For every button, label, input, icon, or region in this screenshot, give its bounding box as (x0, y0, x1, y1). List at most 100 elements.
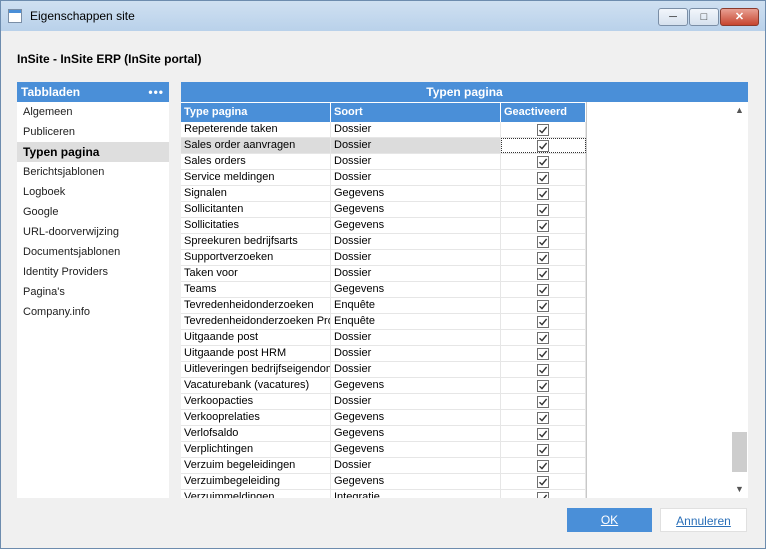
table-row[interactable]: Sollicitanten Gegevens (181, 202, 586, 218)
table-row[interactable]: Signalen Gegevens (181, 186, 586, 202)
cell-type-pagina: Sollicitanten (181, 202, 331, 217)
activated-checkbox[interactable] (537, 187, 549, 200)
cell-geactiveerd (501, 250, 586, 265)
tab-item[interactable]: Google (17, 202, 169, 222)
maximize-button[interactable]: □ (689, 8, 719, 26)
activated-checkbox[interactable] (537, 491, 549, 498)
tab-item[interactable]: Company.info (17, 302, 169, 322)
cell-soort: Gegevens (331, 202, 501, 217)
tabs-panel-header: Tabbladen ••• (17, 82, 169, 102)
activated-checkbox[interactable] (537, 283, 549, 296)
table-row[interactable]: Verzuimbegeleiding Gegevens (181, 474, 586, 490)
activated-checkbox[interactable] (537, 395, 549, 408)
cell-soort: Dossier (331, 394, 501, 409)
activated-checkbox[interactable] (537, 299, 549, 312)
scroll-down-icon[interactable]: ▼ (731, 481, 748, 498)
tab-item[interactable]: Pagina's (17, 282, 169, 302)
activated-checkbox[interactable] (537, 171, 549, 184)
table-row[interactable]: Supportverzoeken Dossier (181, 250, 586, 266)
cell-type-pagina: Sales order aanvragen (181, 138, 331, 153)
table-row[interactable]: Teams Gegevens (181, 282, 586, 298)
tab-item[interactable]: Algemeen (17, 102, 169, 122)
activated-checkbox[interactable] (537, 219, 549, 232)
activated-checkbox[interactable] (537, 251, 549, 264)
table-row[interactable]: Taken voor Dossier (181, 266, 586, 282)
ok-button[interactable]: OK (567, 508, 652, 532)
tab-item[interactable]: URL-doorverwijzing (17, 222, 169, 242)
table-row[interactable]: Tevredenheidonderzoeken Pro Enquête (181, 314, 586, 330)
table-row[interactable]: Verzuim begeleidingen Dossier (181, 458, 586, 474)
activated-checkbox[interactable] (537, 475, 549, 488)
activated-checkbox[interactable] (537, 363, 549, 376)
activated-checkbox[interactable] (537, 139, 549, 152)
activated-checkbox[interactable] (537, 443, 549, 456)
cell-type-pagina: Verlofsaldo (181, 426, 331, 441)
minimize-button[interactable]: ─ (658, 8, 688, 26)
scroll-up-icon[interactable]: ▲ (731, 102, 748, 119)
table-row[interactable]: Repeterende taken Dossier (181, 122, 586, 138)
cell-geactiveerd (501, 490, 586, 498)
activated-checkbox[interactable] (537, 235, 549, 248)
activated-checkbox[interactable] (537, 155, 549, 168)
table-row[interactable]: Verkoopacties Dossier (181, 394, 586, 410)
table-row[interactable]: Sales order aanvragen Dossier (181, 138, 586, 154)
activated-checkbox[interactable] (537, 427, 549, 440)
cancel-button[interactable]: Annuleren (660, 508, 747, 532)
table-row[interactable]: Vacaturebank (vacatures) Gegevens (181, 378, 586, 394)
table-row[interactable]: Verzuimmeldingen Integratie (181, 490, 586, 498)
table-row[interactable]: Sales orders Dossier (181, 154, 586, 170)
table-row[interactable]: Service meldingen Dossier (181, 170, 586, 186)
tab-item[interactable]: Publiceren (17, 122, 169, 142)
table-row[interactable]: Spreekuren bedrijfsarts Dossier (181, 234, 586, 250)
cell-soort: Dossier (331, 362, 501, 377)
cell-geactiveerd (501, 202, 586, 217)
activated-checkbox[interactable] (537, 459, 549, 472)
cell-type-pagina: Verzuimmeldingen (181, 490, 331, 498)
cell-soort: Dossier (331, 234, 501, 249)
cell-type-pagina: Sollicitaties (181, 218, 331, 233)
table-row[interactable]: Uitleveringen bedrijfseigendom Dossier (181, 362, 586, 378)
tab-item[interactable]: Identity Providers (17, 262, 169, 282)
cell-soort: Dossier (331, 138, 501, 153)
cell-type-pagina: Verzuim begeleidingen (181, 458, 331, 473)
vertical-scrollbar[interactable]: ▲ ▼ (731, 102, 748, 498)
cell-geactiveerd (501, 410, 586, 425)
cell-soort: Gegevens (331, 442, 501, 457)
activated-checkbox[interactable] (537, 331, 549, 344)
column-header-geactiveerd[interactable]: Geactiveerd (501, 103, 586, 122)
cell-geactiveerd (501, 378, 586, 393)
column-header-type[interactable]: Type pagina (181, 103, 331, 122)
activated-checkbox[interactable] (537, 347, 549, 360)
table-row[interactable]: Sollicitaties Gegevens (181, 218, 586, 234)
table-row[interactable]: Verlofsaldo Gegevens (181, 426, 586, 442)
grid-title: Typen pagina (181, 82, 748, 102)
cell-type-pagina: Verkooprelaties (181, 410, 331, 425)
app-icon (8, 9, 22, 23)
cell-type-pagina: Verzuimbegeleiding (181, 474, 331, 489)
table-row[interactable]: Tevredenheidonderzoeken Enquête (181, 298, 586, 314)
activated-checkbox[interactable] (537, 203, 549, 216)
column-header-soort[interactable]: Soort (331, 103, 501, 122)
activated-checkbox[interactable] (537, 379, 549, 392)
table-row[interactable]: Uitgaande post HRM Dossier (181, 346, 586, 362)
table-row[interactable]: Verplichtingen Gegevens (181, 442, 586, 458)
activated-checkbox[interactable] (537, 123, 549, 136)
tab-item[interactable]: Logboek (17, 182, 169, 202)
cell-type-pagina: Uitleveringen bedrijfseigendom (181, 362, 331, 377)
page-types-table: Type pagina Soort Geactiveerd Repeterend… (181, 102, 586, 498)
table-row[interactable]: Uitgaande post Dossier (181, 330, 586, 346)
title-bar[interactable]: Eigenschappen site ─ □ ✕ (1, 1, 765, 31)
tab-item[interactable]: Typen pagina (17, 142, 169, 162)
tab-item[interactable]: Documentsjablonen (17, 242, 169, 262)
cell-geactiveerd (501, 474, 586, 489)
close-button[interactable]: ✕ (720, 8, 759, 26)
cell-type-pagina: Repeterende taken (181, 122, 331, 137)
table-row[interactable]: Verkooprelaties Gegevens (181, 410, 586, 426)
scroll-thumb[interactable] (732, 432, 747, 472)
activated-checkbox[interactable] (537, 315, 549, 328)
cell-geactiveerd (501, 122, 586, 137)
more-options-icon[interactable]: ••• (148, 82, 164, 102)
tab-item[interactable]: Berichtsjablonen (17, 162, 169, 182)
activated-checkbox[interactable] (537, 411, 549, 424)
activated-checkbox[interactable] (537, 267, 549, 280)
